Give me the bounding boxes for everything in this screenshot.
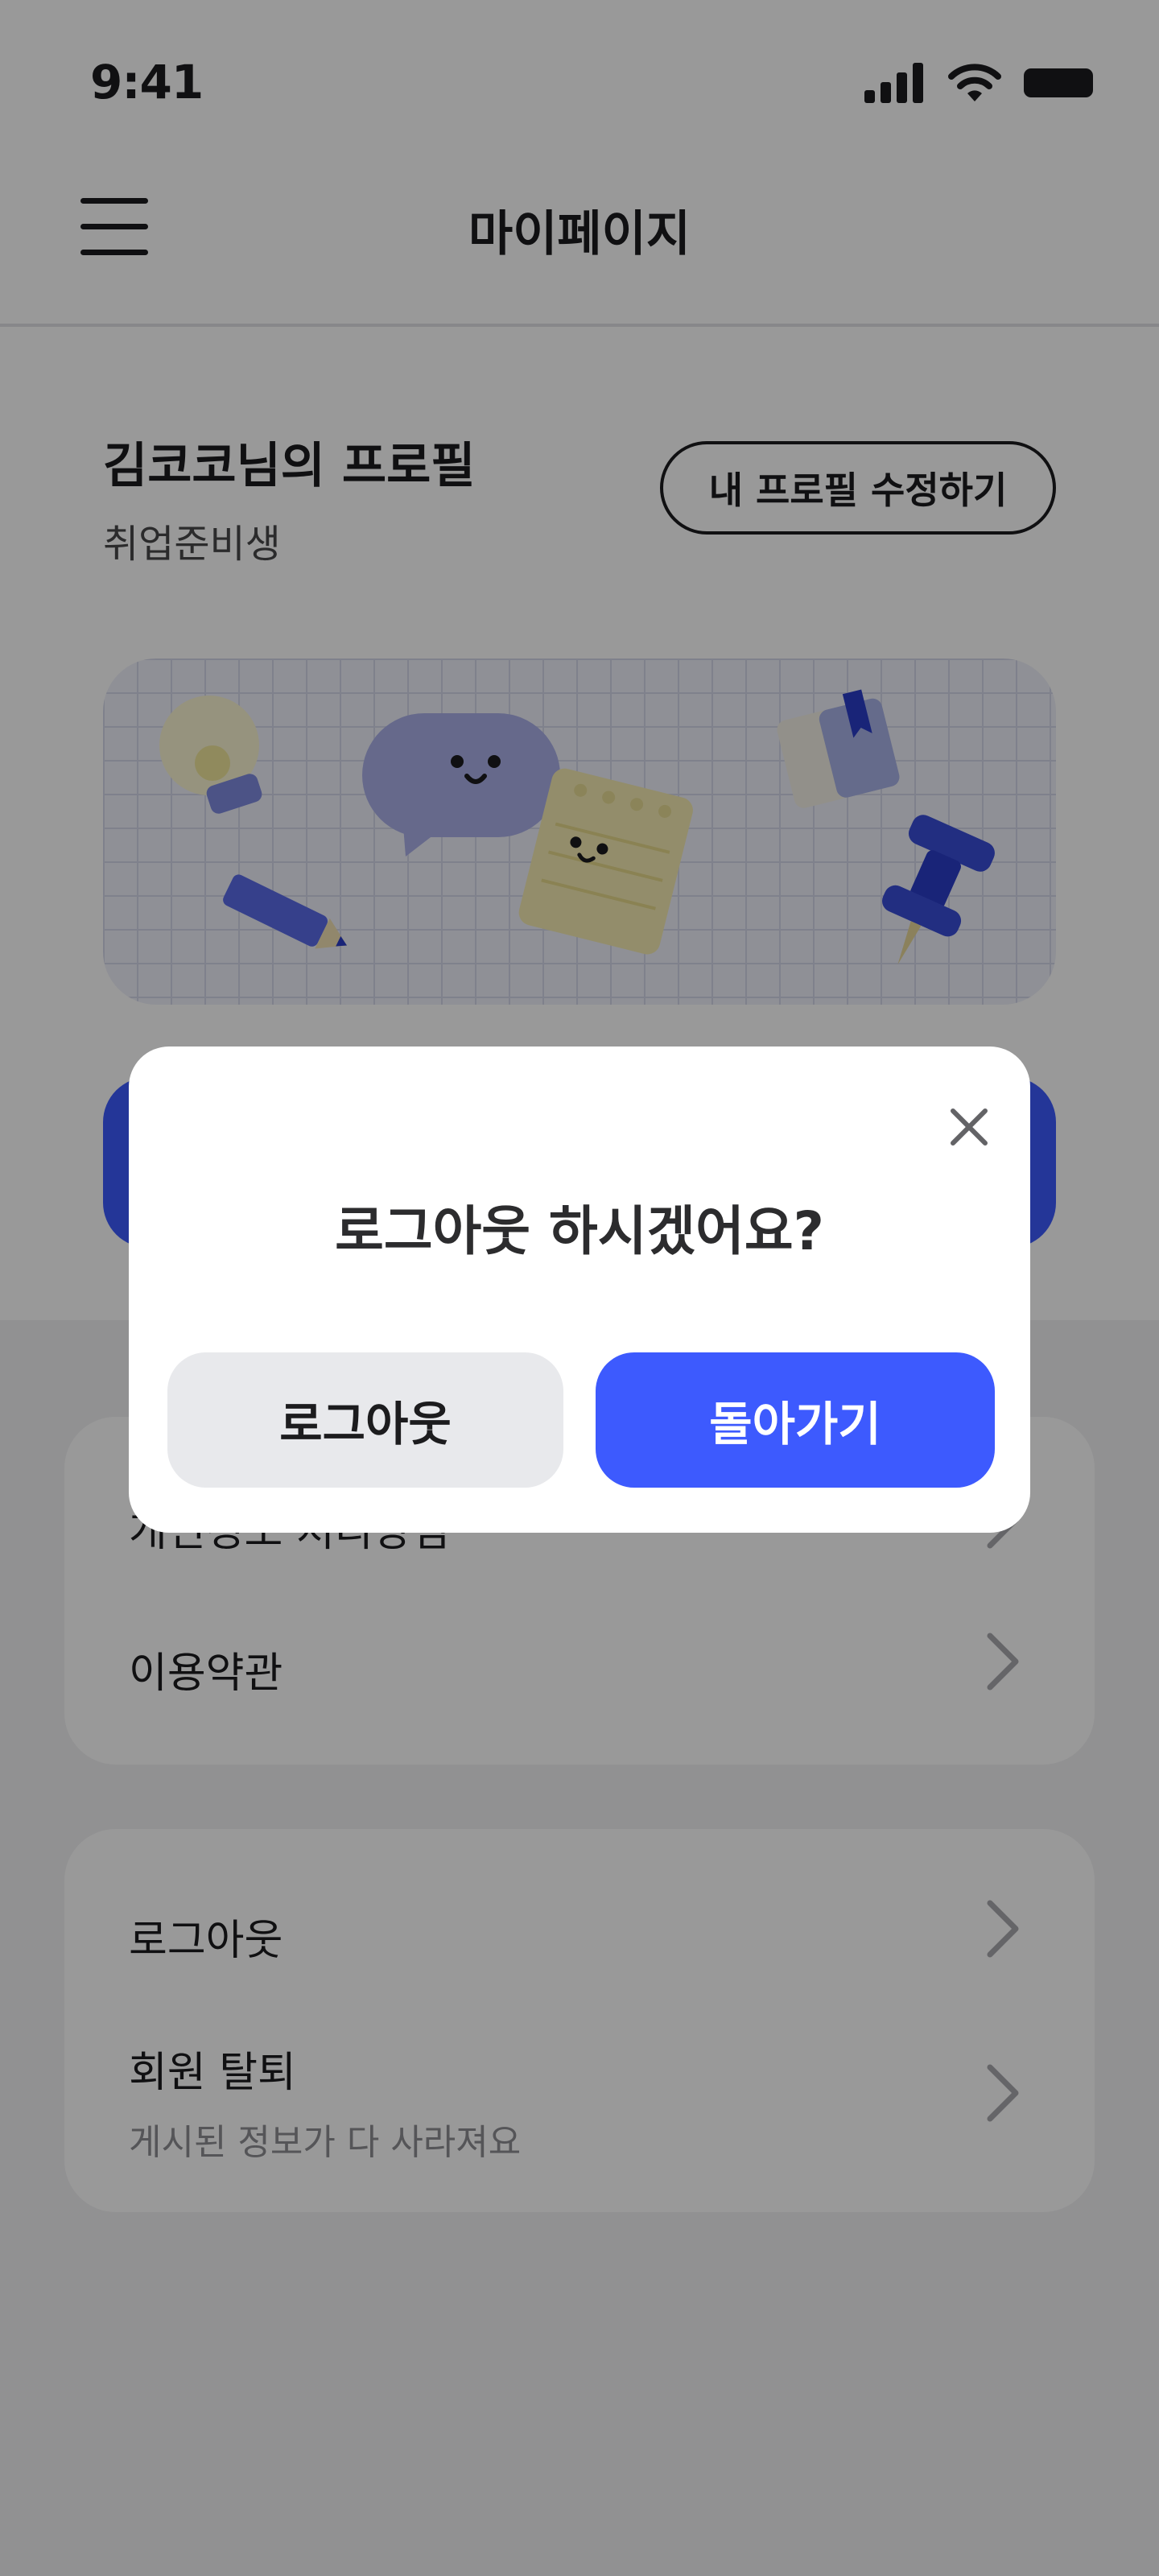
go-back-button[interactable]: 돌아가기 <box>596 1352 995 1488</box>
logout-confirm-dialog: 로그아웃 하시겠어요? 로그아웃 돌아가기 <box>129 1046 1030 1533</box>
my-page: 9:41 마이페이지 김코코님의 프로필 취업준비생 내 프로필 수정하기 이용… <box>0 0 1159 2576</box>
dialog-title: 로그아웃 하시겠어요? <box>335 1200 824 1262</box>
close-icon[interactable] <box>940 1098 998 1156</box>
confirm-logout-button[interactable]: 로그아웃 <box>167 1352 563 1488</box>
